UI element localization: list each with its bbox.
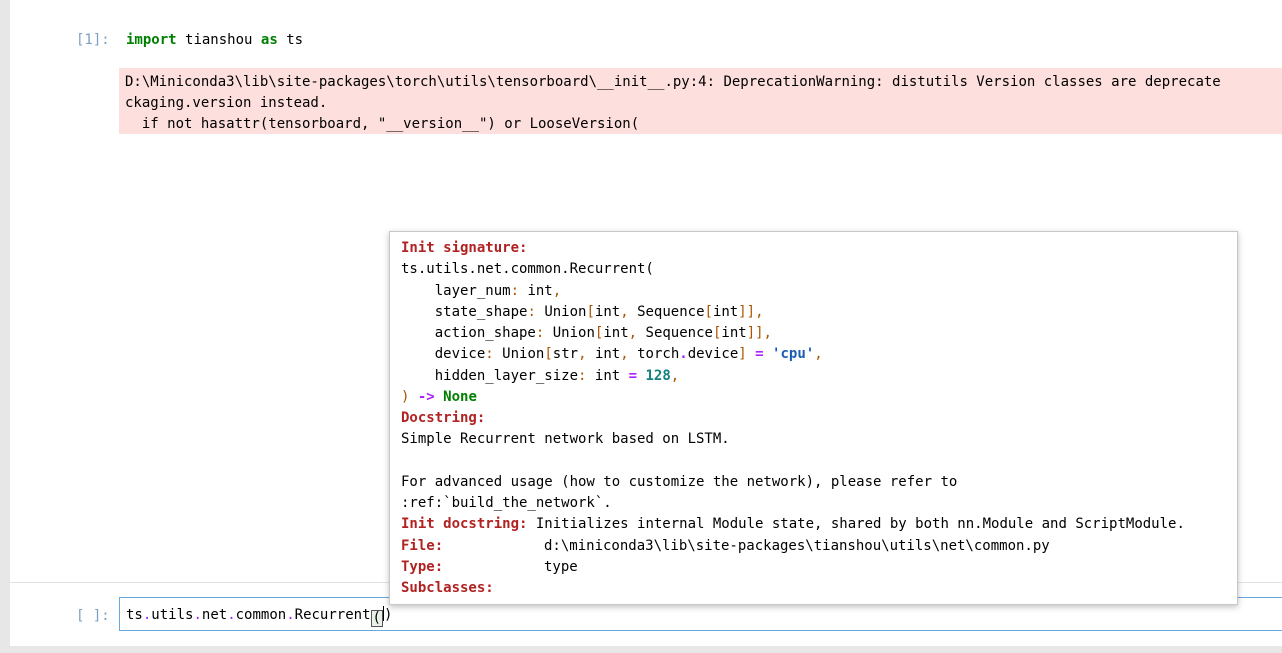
code-token: net	[201, 607, 228, 623]
code-token: utils	[151, 607, 194, 623]
param-layer-num: layer_num: int,	[434, 283, 562, 299]
cell-1-code[interactable]: import tianshou as ts	[126, 32, 303, 48]
inspect-tooltip: Init signature: ts.utils.net.common.Recu…	[389, 231, 1238, 605]
signature-head: ts.utils.net.common.Recurrent(	[401, 261, 654, 277]
stderr-line: D:\Miniconda3\lib\site-packages\torch\ut…	[125, 74, 1221, 90]
code-token: Recurrent	[294, 607, 371, 623]
docstring-line: Simple Recurrent network based on LSTM.	[401, 431, 730, 447]
param-hidden-layer-size: hidden_layer_size: int = 128,	[434, 368, 680, 384]
stderr-line: if not hasattr(tensorboard, "__version__…	[125, 116, 640, 132]
keyword-as: as	[260, 32, 278, 48]
bottom-bar	[0, 646, 1282, 653]
close-paren: )	[383, 607, 393, 623]
init-signature-label: Init signature:	[401, 240, 528, 256]
init-docstring-row: Init docstring: Initializes internal Mod…	[401, 516, 1185, 532]
signature-close: ) -> None	[401, 389, 477, 405]
file-row: File: d:\miniconda3\lib\site-packages\tia…	[401, 538, 1050, 554]
input-text[interactable]: ts.utils.net.common.Recurrent()	[126, 606, 392, 627]
docstring-line: For advanced usage (how to customize the…	[401, 474, 958, 490]
module-name: tianshou	[185, 32, 253, 48]
param-state-shape: state_shape: Union[int, Sequence[int]],	[434, 304, 764, 320]
keyword-import: import	[126, 32, 177, 48]
type-row: Type: type	[401, 559, 578, 575]
param-action-shape: action_shape: Union[int, Sequence[int]],	[434, 325, 772, 341]
open-paren: (	[370, 610, 383, 627]
cell-1-prompt: [1]:	[76, 32, 110, 48]
param-device: device: Union[str, int, torch.device] = …	[434, 346, 823, 362]
docstring-label: Docstring:	[401, 410, 486, 426]
subclasses-label: Subclasses:	[401, 580, 494, 596]
cell-2-prompt: [ ]:	[76, 608, 110, 624]
docstring-line: :ref:`build_the_network`.	[401, 495, 612, 511]
module-alias: ts	[286, 32, 304, 48]
stderr-line: ckaging.version instead.	[125, 95, 328, 111]
code-token: ts	[126, 607, 143, 623]
left-gutter	[0, 0, 10, 653]
code-token: common	[235, 607, 287, 623]
stderr-output: D:\Miniconda3\lib\site-packages\torch\ut…	[119, 68, 1282, 134]
